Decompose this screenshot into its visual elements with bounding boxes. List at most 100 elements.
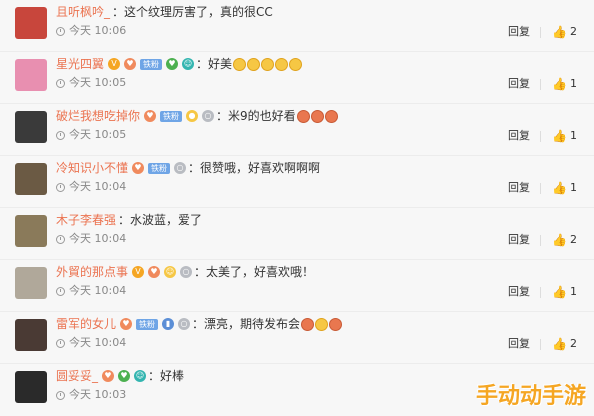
like-count: 1: [569, 285, 577, 298]
thumbs-up-icon: 👍: [552, 25, 567, 39]
like-count: 2: [569, 233, 577, 246]
thumbs-up-icon: 👍: [552, 77, 567, 91]
comment-text: ：好美: [196, 57, 233, 71]
comment-time: 今天 10:06: [69, 24, 127, 37]
comment-text: ：很赞哦，好喜欢啊啊啊: [188, 161, 321, 175]
like-count: 1: [569, 181, 577, 194]
thumbs-up-icon: 👍: [552, 181, 567, 195]
cool-emoji-icon: ☺: [164, 266, 177, 278]
avatar[interactable]: [15, 163, 47, 195]
emoji-icon: [315, 317, 329, 331]
comment-username[interactable]: 且听枫吟_: [56, 3, 110, 21]
iron-fan-badge: 铁粉: [140, 58, 163, 70]
iron-fan-badge: 铁粉: [136, 318, 159, 330]
fan-badge-icon: ♥: [148, 266, 161, 278]
like-count: 2: [569, 25, 577, 38]
thumbs-up-icon: 👍: [552, 233, 567, 247]
divider: [540, 339, 541, 350]
like-button[interactable]: 👍 2: [552, 336, 577, 352]
comment-time: 今天 10:04: [69, 232, 127, 245]
emoji-icon: [247, 57, 261, 71]
comment-text: ：好棒: [148, 369, 185, 383]
avatar[interactable]: [15, 7, 47, 39]
like-button[interactable]: 👍 1: [552, 284, 577, 300]
clock-icon: [56, 130, 65, 140]
ring-badge-icon: ○: [180, 266, 193, 278]
avatar[interactable]: [15, 59, 47, 91]
clock-icon: [56, 338, 65, 348]
emoji-icon: [329, 317, 343, 331]
divider: [540, 287, 541, 298]
reply-button[interactable]: 回复: [508, 284, 530, 300]
thumbs-up-icon: 👍: [552, 337, 567, 351]
comment-time: 今天 10:05: [69, 76, 127, 89]
emoji-icon: [233, 57, 247, 71]
comment-item: 星光四翼 V ♥ 铁粉 ♥ ☺ ：好美 今天 10:05 回复 👍 1: [0, 52, 594, 104]
fan-badge-icon: ♥: [132, 162, 145, 174]
avatar[interactable]: [15, 319, 47, 351]
comment-username[interactable]: 星光四翼: [56, 55, 104, 73]
comment-time: 今天 10:04: [69, 336, 127, 349]
reply-button[interactable]: 回复: [508, 336, 530, 352]
comment-username[interactable]: 木子李春强: [56, 211, 116, 229]
grin-badge-icon: ☺: [134, 370, 147, 382]
avatar[interactable]: [15, 111, 47, 143]
avatar[interactable]: [15, 267, 47, 299]
iron-fan-badge: 铁粉: [148, 162, 171, 174]
comment-username[interactable]: 雷军的女儿: [56, 315, 116, 333]
iron-fan-badge: 铁粉: [160, 110, 183, 122]
divider: [540, 183, 541, 194]
clock-icon: [56, 286, 65, 296]
avatar[interactable]: [15, 371, 47, 403]
comment-time: 今天 10:04: [69, 180, 127, 193]
ring-badge-icon: ○: [202, 110, 215, 122]
comment-username[interactable]: 冷知识小不懂: [56, 159, 128, 177]
reply-button[interactable]: 回复: [508, 128, 530, 144]
like-button[interactable]: 👍 1: [552, 180, 577, 196]
comment-time: 今天 10:03: [69, 388, 127, 401]
comment-text: ：米9的也好看: [216, 109, 296, 123]
comment-username[interactable]: 破烂我想吃掉你: [56, 107, 140, 125]
comment-text: ：太美了，好喜欢哦！: [194, 265, 315, 279]
comment-item: 破烂我想吃掉你 ♥ 铁粉 ● ○ ：米9的也好看 今天 10:05 回复 👍 1: [0, 104, 594, 156]
emoji-icon: [275, 57, 289, 71]
verified-v-icon: V: [108, 58, 121, 70]
heart-badge-icon: ♥: [118, 370, 131, 382]
reply-button[interactable]: 回复: [508, 24, 530, 40]
emoji-icon: [261, 57, 275, 71]
fan-badge-icon: ♥: [102, 370, 115, 382]
thumbs-up-icon: 👍: [552, 285, 567, 299]
clock-icon: [56, 390, 65, 400]
clock-icon: [56, 78, 65, 88]
comment-text: ：漂亮，期待发布会: [192, 317, 301, 331]
emoji-icon: [301, 317, 315, 331]
comment-username[interactable]: 圆妥妥_: [56, 367, 98, 385]
comment-item: 外貿的那点事 V ♥ ☺ ○ ：太美了，好喜欢哦！ 今天 10:04 回复 👍 1: [0, 260, 594, 312]
reply-button[interactable]: 回复: [508, 76, 530, 92]
comment-username[interactable]: 外貿的那点事: [56, 263, 128, 281]
like-button[interactable]: 👍 2: [552, 232, 577, 248]
reply-button[interactable]: 回复: [508, 180, 530, 196]
like-button[interactable]: 👍 1: [552, 128, 577, 144]
fan-badge-icon: ♥: [120, 318, 133, 330]
comment-text: ：这个纹理厉害了，真的很CC: [112, 5, 273, 19]
divider: [540, 79, 541, 90]
like-button[interactable]: 👍 1: [552, 76, 577, 92]
comment-item: 雷军的女儿 ♥ 铁粉 ▮ ○ ：漂亮，期待发布会 今天 10:04 回复 👍 2: [0, 312, 594, 364]
reply-button[interactable]: 回复: [508, 232, 530, 248]
heart-badge-icon: ♥: [166, 58, 179, 70]
comment-item: 冷知识小不懂 ♥ 铁粉 ○ ：很赞哦，好喜欢啊啊啊 今天 10:04 回复 👍 1: [0, 156, 594, 208]
emoji-icon: [324, 109, 338, 123]
fan-badge-icon: ♥: [144, 110, 157, 122]
comment-item: 木子李春强 ：水波蓝，爱了 今天 10:04 回复 👍 2: [0, 208, 594, 260]
divider: [540, 131, 541, 142]
verified-v-icon: V: [132, 266, 145, 278]
like-button[interactable]: 👍 2: [552, 24, 577, 40]
avatar[interactable]: [15, 215, 47, 247]
phone-badge-icon: ▮: [162, 318, 175, 330]
comment-item: 且听枫吟_ ：这个纹理厉害了，真的很CC 今天 10:06 回复 👍 2: [0, 0, 594, 52]
fan-badge-icon: ♥: [124, 58, 137, 70]
watermark-logo: 手动动手游: [475, 384, 586, 409]
clock-icon: [56, 182, 65, 192]
like-count: 1: [569, 129, 577, 142]
